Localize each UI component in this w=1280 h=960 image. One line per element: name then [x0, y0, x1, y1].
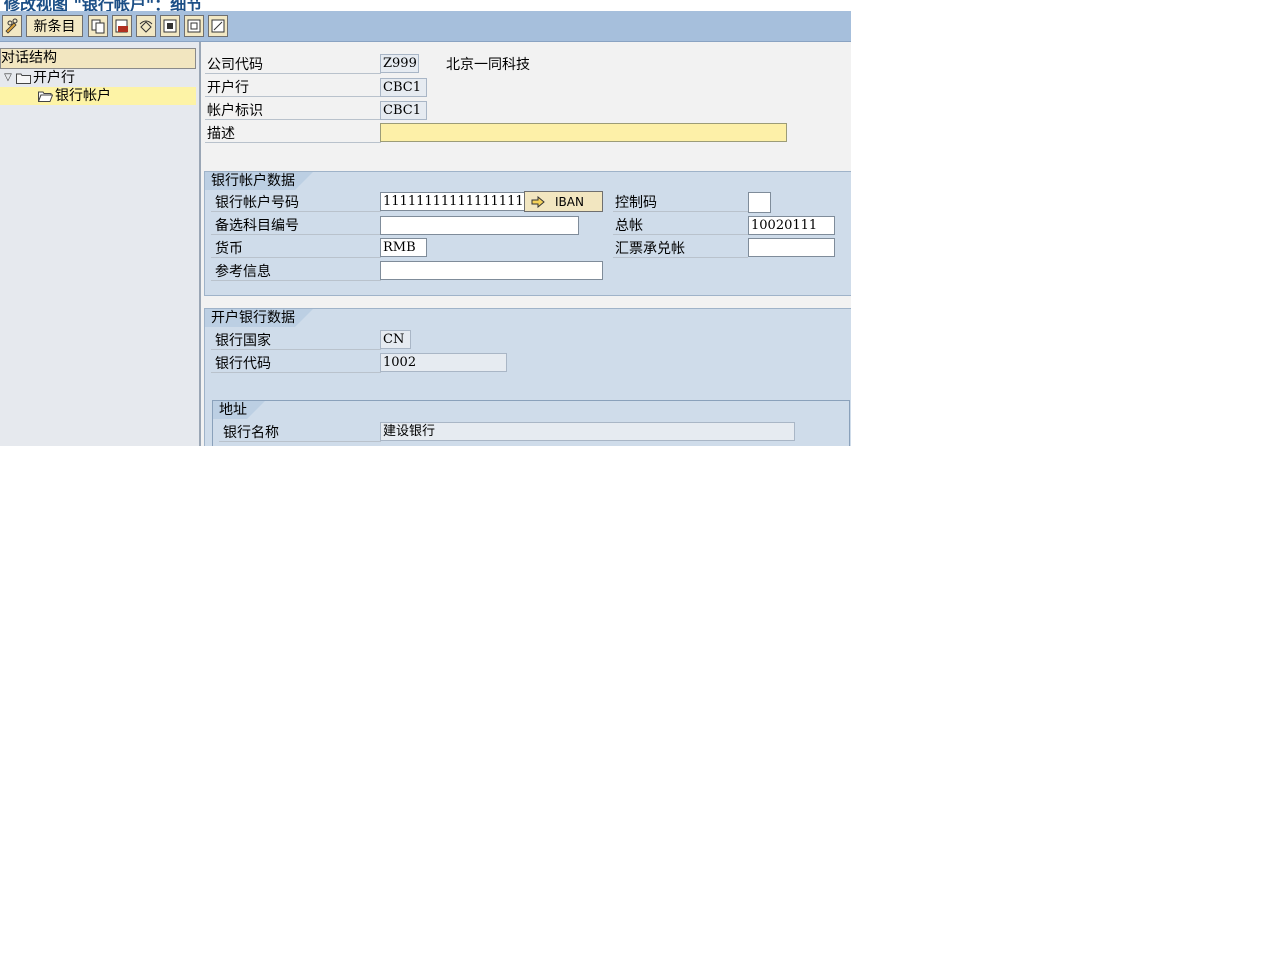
- sap-window: 修改视图 "银行帐户"：细节 新条目 对话结构 ▽ 开户行 银行帐户 公司代码 …: [0, 0, 851, 446]
- pencil-glasses-icon: [5, 18, 18, 34]
- divider: [613, 257, 748, 258]
- expand-triangle-icon[interactable]: ▽: [0, 69, 16, 87]
- divider: [211, 280, 381, 281]
- divider: [219, 441, 381, 442]
- control-key-field[interactable]: [748, 192, 771, 213]
- tree-node-house-bank[interactable]: ▽ 开户行: [0, 69, 196, 87]
- bank-name-label: 银行名称: [223, 425, 279, 441]
- application-toolbar: 新条目: [0, 11, 851, 42]
- new-entries-label: 新条目: [33, 19, 76, 35]
- house-bank-field[interactable]: CBC1: [380, 78, 427, 97]
- house-bank-label: 开户行: [207, 80, 249, 96]
- currency-field[interactable]: RMB: [380, 238, 427, 257]
- divider: [205, 73, 381, 74]
- account-number-field[interactable]: 11111111111111111: [380, 192, 526, 211]
- deselect-all-icon: [211, 19, 225, 33]
- account-id-field[interactable]: CBC1: [380, 101, 427, 120]
- select-all-button[interactable]: [160, 15, 180, 37]
- new-entries-button[interactable]: 新条目: [26, 15, 83, 37]
- description-field[interactable]: [380, 123, 787, 142]
- tree-node-bank-account[interactable]: 银行帐户: [0, 87, 196, 105]
- divider: [613, 211, 748, 212]
- alt-account-label: 备选科目编号: [215, 218, 299, 234]
- copy-icon: [91, 19, 105, 34]
- gl-account-label: 总帐: [615, 218, 643, 234]
- group-title: 地址: [213, 401, 265, 419]
- alt-account-field[interactable]: [380, 216, 579, 235]
- divider: [211, 234, 381, 235]
- divider: [205, 96, 381, 97]
- dialog-structure-header: 对话结构: [0, 48, 196, 69]
- divider: [205, 119, 381, 120]
- copy-as-button[interactable]: [88, 15, 108, 37]
- tree-node-label: 银行帐户: [55, 88, 111, 104]
- bill-acceptance-field[interactable]: [748, 238, 835, 257]
- divider: [613, 234, 748, 235]
- bank-name-field[interactable]: 建设银行: [380, 422, 795, 441]
- bank-country-field[interactable]: CN: [380, 330, 411, 349]
- company-code-field[interactable]: Z999: [380, 54, 419, 73]
- reference-field[interactable]: [380, 261, 603, 280]
- account-id-label: 帐户标识: [207, 103, 263, 119]
- bank-country-label: 银行国家: [215, 333, 271, 349]
- bill-acceptance-label: 汇票承兑帐: [615, 241, 685, 257]
- iban-label: IBAN: [555, 194, 584, 209]
- company-code-label: 公司代码: [207, 57, 263, 73]
- divider: [211, 349, 381, 350]
- select-block-button[interactable]: [184, 15, 204, 37]
- bank-key-field[interactable]: 1002: [380, 353, 507, 372]
- divider: [211, 257, 381, 258]
- description-label: 描述: [207, 126, 235, 142]
- currency-label: 货币: [215, 241, 243, 257]
- gl-account-field[interactable]: 10020111: [748, 216, 835, 235]
- undo-icon: [139, 20, 153, 33]
- dialog-structure-panel: 对话结构 ▽ 开户行 银行帐户: [0, 42, 201, 446]
- divider: [205, 142, 381, 143]
- iban-button[interactable]: IBAN: [524, 191, 603, 212]
- delete-icon: [115, 19, 128, 33]
- divider: [211, 372, 381, 373]
- arrow-right-icon: [531, 195, 545, 208]
- tree-node-label: 开户行: [33, 70, 75, 86]
- select-block-icon: [187, 19, 201, 33]
- divider: [211, 211, 381, 212]
- bank-key-label: 银行代码: [215, 356, 271, 372]
- display-change-button[interactable]: [2, 15, 22, 37]
- select-all-icon: [163, 19, 177, 33]
- company-name-text: 北京一同科技: [446, 57, 530, 73]
- detail-area: 公司代码 Z999 北京一同科技 开户行 CBC1 帐户标识 CBC1 描述 银…: [203, 42, 851, 446]
- control-key-label: 控制码: [615, 195, 657, 211]
- group-title: 开户银行数据: [205, 309, 313, 327]
- delete-button[interactable]: [112, 15, 132, 37]
- open-folder-icon: [38, 91, 53, 102]
- group-title: 银行帐户数据: [205, 172, 313, 190]
- folder-icon: [16, 73, 31, 84]
- account-number-label: 银行帐户号码: [215, 195, 299, 211]
- deselect-all-button[interactable]: [208, 15, 228, 37]
- undo-change-button[interactable]: [136, 15, 156, 37]
- reference-label: 参考信息: [215, 264, 271, 280]
